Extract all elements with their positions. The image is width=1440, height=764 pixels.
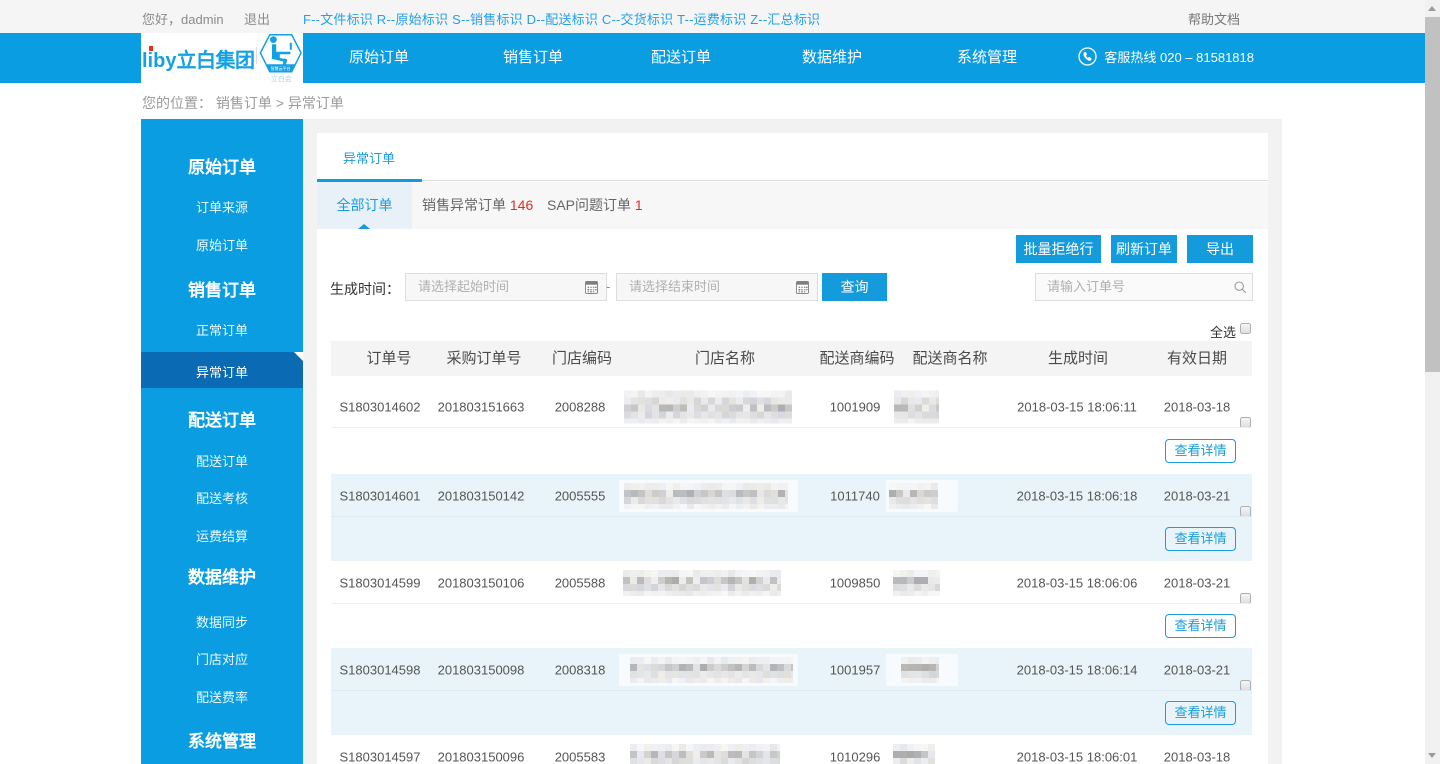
- svg-text:立白会: 立白会: [271, 74, 292, 83]
- svg-text:智慧云平台: 智慧云平台: [271, 65, 291, 71]
